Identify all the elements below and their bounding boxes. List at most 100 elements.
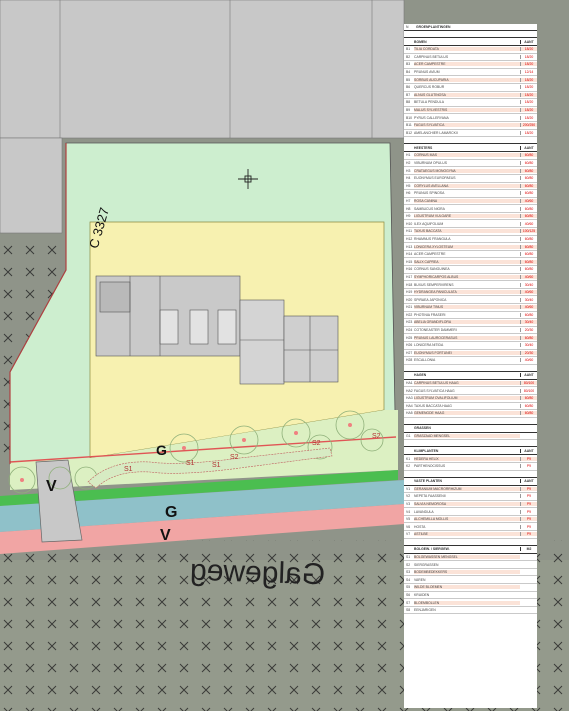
legend-row-qty: 30/40 — [520, 282, 537, 287]
legend-row-code: S4 — [406, 577, 411, 582]
legend-row-code: H26 — [406, 343, 413, 348]
legend-row-name: PRUNUS AVIUM — [414, 70, 440, 75]
legend-row: H19 HYDRANGEA PANICULATA 40/60 — [404, 289, 537, 297]
legend-row: HA5 GEMENGDE HAAG 60/80 — [404, 410, 537, 418]
legend-row-code: HA3 — [406, 396, 413, 401]
legend-row-qty: 80/100 — [520, 381, 537, 386]
legend-row-name: LONICERA NITIDA — [414, 343, 444, 348]
legend-row: HA3 LIGUSTRUM OVALIFOLIUM 60/80 — [404, 395, 537, 403]
legend-row-qty: 200/250 — [520, 123, 537, 128]
legend-row-code: HA1 — [406, 381, 413, 386]
legend-sections: BOMEN AANT B1 TILIA CORDATA 18/20 B2 CARPINUS … — [404, 37, 537, 615]
legend-row-code: V5 — [406, 517, 411, 522]
legend-row-qty: 60/80 — [520, 396, 537, 401]
legend-row-name: SYMPHORICARPOS ALBUS — [414, 274, 520, 279]
legend-row-code: H12 — [406, 236, 413, 241]
legend-row-qty: P9 — [520, 456, 537, 461]
legend-row: HA4 TAXUS BACCATA HAAG 60/80 — [404, 403, 537, 411]
legend-row-name: ACER CAMPESTRE — [414, 62, 520, 67]
legend-row: B8 BETULA PENDULA 18/20 — [404, 99, 537, 107]
legend-row-name: PRUNUS LAUROCERASUS — [414, 335, 520, 340]
legend-row: H14 ACER CAMPESTRE 60/80 — [404, 251, 537, 259]
legend-row: B4 PRUNUS AVIUM 12/14 — [404, 69, 537, 77]
legend-row-name: ROSA CANINA — [414, 198, 520, 203]
legend-row-code: S7 — [406, 600, 411, 605]
legend-row-name: ILEX AQUIFOLIUM — [414, 221, 444, 226]
legend-row-code: H19 — [406, 290, 413, 295]
legend-row-code: H7 — [406, 198, 411, 203]
legend-row: H25 PRUNUS LAUROCERASUS 60/80 — [404, 334, 537, 342]
legend-row: V4 LAVANDULA P9 — [404, 508, 537, 516]
legend-row-code: B7 — [406, 92, 411, 97]
legend-row-name: SALIX CAPREA — [414, 259, 520, 264]
legend-row-code: B4 — [406, 70, 411, 75]
legend-row-qty: 60/80 — [520, 267, 537, 272]
legend-row: B11 FAGUS SYLVATICA 200/250 — [404, 122, 537, 130]
legend-row: HA1 CARPINUS BETULUS HAAG 80/100 — [404, 380, 537, 388]
legend-row-code: V7 — [406, 532, 411, 537]
legend-row-code: HA5 — [406, 411, 413, 416]
legend-row: H9 LIGUSTRUM VULGARE 60/80 — [404, 213, 537, 221]
legend-row-code: H24 — [406, 328, 413, 333]
legend-row: K1 HEDERA HELIX P9 — [404, 455, 537, 463]
legend-row-name: LIGUSTRUM OVALIFOLIUM — [414, 396, 520, 401]
legend-row-qty: 20/30 — [520, 328, 537, 333]
legend-row-code: B11 — [406, 123, 412, 128]
legend-row-qty: 60/80 — [520, 403, 537, 408]
legend-row: B2 CARPINUS BETULUS 18/20 — [404, 54, 537, 62]
legend-row-code: HA2 — [406, 388, 413, 393]
legend-row-qty: 40/60 — [520, 198, 537, 203]
legend-row: V7 ASTILBE P9 — [404, 531, 537, 539]
legend-row-qty: 18/20 — [520, 92, 537, 97]
legend-row-name: CARPINUS BETULUS — [414, 54, 449, 59]
legend-row-name: CORNUS SANGUINEA — [414, 267, 450, 272]
legend-section-title: BOMEN AANT — [404, 37, 537, 46]
legend-row-qty: P9 — [520, 509, 537, 514]
legend-row: H3 CRATAEGUS MONOGYNA 60/80 — [404, 167, 537, 175]
legend-row-code: V4 — [406, 509, 411, 514]
legend-row-code: S2 — [406, 562, 411, 567]
legend-row-name: CARPINUS BETULUS HAAG — [414, 381, 520, 386]
legend-row-code: H23 — [406, 320, 413, 325]
road-name: Galgeweg — [189, 553, 326, 592]
legend-row-name: BOLGEWASSEN MENGSEL — [414, 554, 520, 559]
legend-row-qty: 12/14 — [520, 70, 537, 75]
legend-row: V6 HOSTA P9 — [404, 523, 537, 532]
legend-row-name: PARTHENOCISSUS — [414, 464, 446, 469]
legend-row-code: S1 — [406, 554, 411, 559]
legend-row-name: VIBURNUM OPULUS — [414, 161, 447, 166]
legend-row: H15 SALIX CAPREA 60/80 — [404, 258, 537, 267]
legend-header: N GROENPLANTINGEN — [404, 24, 537, 31]
legend-row-name: ABELIA GRANDIFLORA — [414, 320, 520, 325]
legend-row-code: V6 — [406, 524, 411, 529]
legend-row: H21 VIBURNUM TINUS 40/60 — [404, 304, 537, 312]
legend-row-code: H17 — [406, 274, 413, 279]
legend-section-name: KLIMPLANTEN — [414, 448, 439, 453]
legend-row-qty: 100/125 — [520, 229, 537, 234]
legend-row-name: CORNUS MAS — [414, 153, 520, 158]
legend-row-name: NEPETA FAASSENII — [414, 494, 446, 499]
legend-row-qty: 60/80 — [520, 335, 537, 340]
legend-row-qty: 40/60 — [520, 274, 537, 279]
legend-row-name: TILIA CORDATA — [414, 47, 520, 52]
legend-row: H11 TAXUS BACCATA 100/125 — [404, 228, 537, 236]
legend-row-code: B5 — [406, 77, 411, 82]
legend-row: S7 BLOEMBOLLEN — [404, 599, 537, 607]
legend-section-qty-header: AANT — [520, 373, 537, 378]
legend-row-code: H8 — [406, 206, 411, 211]
legend-row-qty: 18/20 — [520, 108, 537, 113]
legend-row-qty: 18/20 — [520, 130, 537, 135]
legend-row-code: V1 — [406, 486, 411, 491]
legend-row-name: RHAMNUS FRANGULA — [414, 236, 451, 241]
legend-row: B12 AMELANCHIER LAMARCKII 18/20 — [404, 130, 537, 138]
legend-row-name: GRASZAAD MENGSEL — [414, 434, 520, 439]
legend-row: B10 PYRUS CALLERYANA 18/20 — [404, 114, 537, 122]
legend-row-qty: 18/20 — [520, 54, 537, 59]
legend-row: H22 PHOTINIA FRASERI 60/80 — [404, 312, 537, 320]
legend-row: H10 ILEX AQUIFOLIUM 40/60 — [404, 220, 537, 229]
legend-row: H4 EUONYMUS EUROPAEUS 60/80 — [404, 175, 537, 183]
legend-row: S6 KRUIDEN — [404, 592, 537, 600]
legend-row-name: HOSTA — [414, 524, 426, 529]
legend-row-qty: 60/80 — [520, 259, 537, 264]
driveway-label: V — [46, 478, 57, 495]
